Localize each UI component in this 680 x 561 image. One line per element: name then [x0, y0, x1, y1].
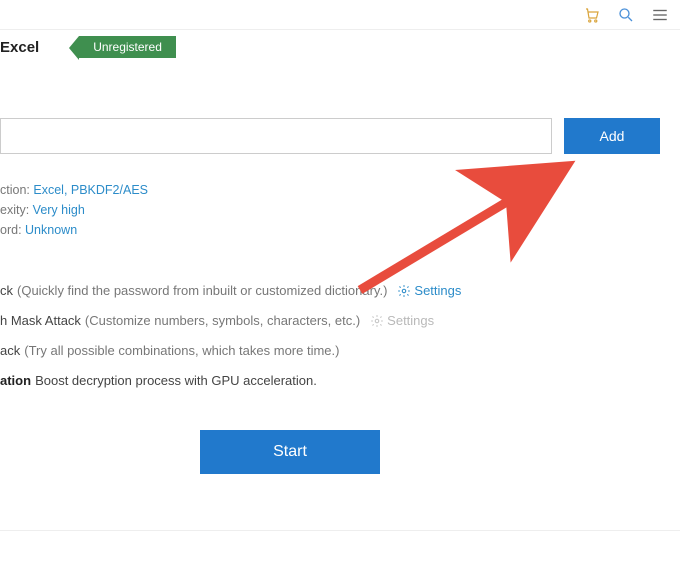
settings-label: Settings — [387, 306, 434, 336]
top-toolbar — [0, 0, 680, 30]
file-path-input[interactable] — [0, 118, 552, 154]
info-value: Unknown — [25, 223, 77, 237]
settings-link[interactable]: Settings — [397, 276, 461, 306]
start-button[interactable]: Start — [200, 430, 380, 474]
cart-icon[interactable] — [582, 5, 602, 25]
divider — [0, 530, 680, 531]
settings-link-disabled: Settings — [370, 306, 434, 336]
option-brute[interactable]: ack (Try all possible combinations, whic… — [0, 336, 461, 366]
option-text-bold: ation — [0, 366, 31, 396]
file-row: Add — [0, 118, 660, 154]
option-text: h Mask Attack — [0, 306, 81, 336]
info-password: ord: Unknown — [0, 220, 148, 240]
option-description: Boost decryption process with GPU accele… — [35, 366, 317, 396]
info-complexity: exity: Very high — [0, 200, 148, 220]
option-description: (Quickly find the password from inbuilt … — [17, 276, 387, 306]
registration-badge: Unregistered — [79, 36, 176, 58]
option-dictionary[interactable]: ck (Quickly find the password from inbui… — [0, 276, 461, 306]
option-text: ck — [0, 276, 13, 306]
gear-icon — [397, 284, 411, 298]
info-encryption: ction: Excel, PBKDF2/AES — [0, 180, 148, 200]
option-gpu[interactable]: ation Boost decryption process with GPU … — [0, 366, 461, 396]
option-description: (Try all possible combinations, which ta… — [24, 336, 339, 366]
info-label: ction: — [0, 183, 30, 197]
info-value: Excel, PBKDF2/AES — [33, 183, 148, 197]
attack-options: ck (Quickly find the password from inbui… — [0, 276, 461, 396]
info-label: ord: — [0, 223, 22, 237]
info-label: exity: — [0, 203, 29, 217]
menu-icon[interactable] — [650, 5, 670, 25]
info-value: Very high — [33, 203, 85, 217]
search-icon[interactable] — [616, 5, 636, 25]
app-title: Excel — [0, 39, 39, 56]
option-text: ack — [0, 336, 20, 366]
option-mask[interactable]: h Mask Attack (Customize numbers, symbol… — [0, 306, 461, 336]
title-row: Excel Unregistered — [0, 36, 176, 58]
settings-label: Settings — [414, 276, 461, 306]
option-description: (Customize numbers, symbols, characters,… — [85, 306, 360, 336]
gear-icon — [370, 314, 384, 328]
add-button[interactable]: Add — [564, 118, 660, 154]
file-info-block: ction: Excel, PBKDF2/AES exity: Very hig… — [0, 180, 148, 240]
